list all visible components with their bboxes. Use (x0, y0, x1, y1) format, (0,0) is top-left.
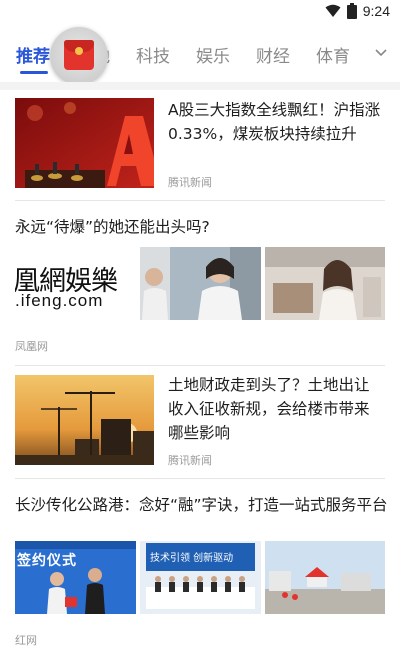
status-time: 9:24 (362, 3, 390, 19)
status-icons: 9:24 (325, 3, 390, 19)
active-tab-indicator (20, 71, 48, 74)
news-thumbnail-3 (265, 247, 385, 320)
news-card-1[interactable]: A股三大指数全线飘红！沪指涨0.33%，煤炭板块持续拉升 腾讯新闻 (0, 90, 400, 200)
news-card-2[interactable]: 永远“待爆”的她还能出头吗? 凰網娛樂 .ifeng.com 凤凰网 (0, 201, 400, 365)
tab-sports[interactable]: 体育 (316, 42, 376, 67)
news-source: 凤凰网 (15, 340, 48, 353)
tab-tech[interactable]: 科技 (136, 42, 196, 67)
chevron-down-icon[interactable] (372, 44, 390, 62)
photo-banner-text: 技术引领 创新驱动 (150, 553, 234, 564)
tab-entertainment[interactable]: 娱乐 (196, 42, 256, 67)
news-thumbnail-1: 签约仪式 (15, 541, 136, 614)
ifeng-logo-domain: .ifeng.com (15, 291, 104, 310)
red-packet-float-button[interactable] (50, 27, 108, 85)
tab-finance[interactable]: 财经 (256, 42, 316, 67)
news-source: 腾讯新闻 (168, 454, 212, 467)
tab-bar-divider (0, 82, 400, 90)
news-thumbnail (15, 98, 154, 188)
red-envelope-seal (75, 47, 83, 55)
news-title[interactable]: 长沙传化公路港：念好“融”字诀，打造一站式服务平台 (15, 493, 390, 517)
news-card-4[interactable]: 长沙传化公路港：念好“融”字诀，打造一站式服务平台 签约仪式 技术引领 创新驱动 (0, 479, 400, 660)
news-title[interactable]: 土地财政走到头了？土地出让收入征收新规，会给楼市带来哪些影响 (168, 373, 383, 445)
news-source: 红网 (15, 634, 37, 647)
news-thumbnail (15, 375, 154, 465)
wifi-icon (325, 4, 341, 17)
news-thumbnail-2: 技术引领 创新驱动 (140, 541, 261, 614)
status-bar: 9:24 (0, 0, 400, 24)
news-source: 腾讯新闻 (168, 176, 212, 189)
news-title[interactable]: A股三大指数全线飘红！沪指涨0.33%，煤炭板块持续拉升 (168, 98, 383, 146)
news-title[interactable]: 永远“待爆”的她还能出头吗? (15, 215, 385, 239)
news-thumbnail-2 (140, 247, 261, 320)
photo-banner-text: 签约仪式 (17, 553, 77, 569)
battery-icon (346, 3, 357, 19)
news-thumbnail-1: 凰網娛樂 .ifeng.com (15, 247, 136, 320)
news-thumbnail-3 (265, 541, 385, 614)
news-card-3[interactable]: 土地财政走到头了？土地出让收入征收新规，会给楼市带来哪些影响 腾讯新闻 (0, 366, 400, 478)
